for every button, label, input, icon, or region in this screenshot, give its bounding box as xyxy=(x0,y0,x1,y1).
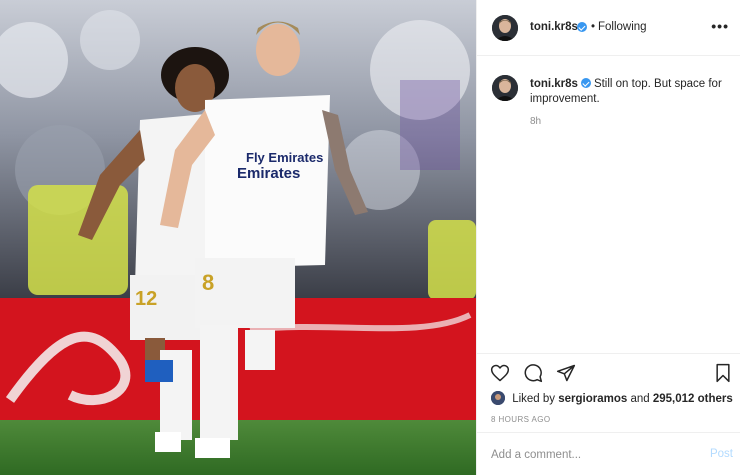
caption-timestamp[interactable]: 8h xyxy=(530,116,541,127)
likes-connector: and xyxy=(630,393,650,405)
liker-avatar[interactable] xyxy=(491,391,505,405)
sponsor-emirates: Emirates xyxy=(237,165,300,182)
heart-icon[interactable] xyxy=(490,363,510,383)
author-avatar[interactable] xyxy=(492,15,518,41)
likes-summary: Liked by sergioramos and 295,012 others xyxy=(491,391,733,405)
comment-icon[interactable] xyxy=(523,363,543,383)
post-photo[interactable]: 12 8 Fly Emirates Emirates xyxy=(0,0,476,475)
likes-prefix: Liked by xyxy=(512,393,556,405)
share-icon[interactable] xyxy=(556,363,576,383)
post-comment-button[interactable]: Post xyxy=(710,448,733,460)
post-side-panel: toni.kr8s • Following ••• toni.kr8s Still… xyxy=(476,0,740,475)
verified-icon xyxy=(577,22,587,32)
verified-icon xyxy=(580,78,591,88)
caption-avatar[interactable] xyxy=(492,75,518,101)
bookmark-icon[interactable] xyxy=(713,363,733,383)
svg-text:12: 12 xyxy=(135,288,157,310)
likes-count[interactable]: 295,012 others xyxy=(653,393,733,405)
comment-bar: Post xyxy=(477,432,740,475)
svg-text:8: 8 xyxy=(202,270,214,295)
post-actions: Liked by sergioramos and 295,012 others … xyxy=(477,353,740,431)
caption-username[interactable]: toni.kr8s xyxy=(530,78,578,90)
comment-input[interactable] xyxy=(491,446,691,464)
sponsor-fly: Fly Emirates xyxy=(246,150,323,165)
caption-text-block: toni.kr8s Still on top. But space for imp… xyxy=(530,77,726,107)
more-icon[interactable]: ••• xyxy=(711,18,729,34)
photo-illustration: 12 8 Fly Emirates Emirates xyxy=(0,0,476,475)
avatar-image xyxy=(492,15,518,41)
separator-dot: • xyxy=(591,21,596,33)
following-button[interactable]: Following xyxy=(598,21,647,33)
post-header: toni.kr8s • Following ••• xyxy=(477,0,740,56)
post-timestamp[interactable]: 8 HOURS AGO xyxy=(491,415,551,424)
author-username[interactable]: toni.kr8s xyxy=(530,21,578,33)
liker-username[interactable]: sergioramos xyxy=(558,393,627,405)
avatar-image xyxy=(492,75,518,101)
